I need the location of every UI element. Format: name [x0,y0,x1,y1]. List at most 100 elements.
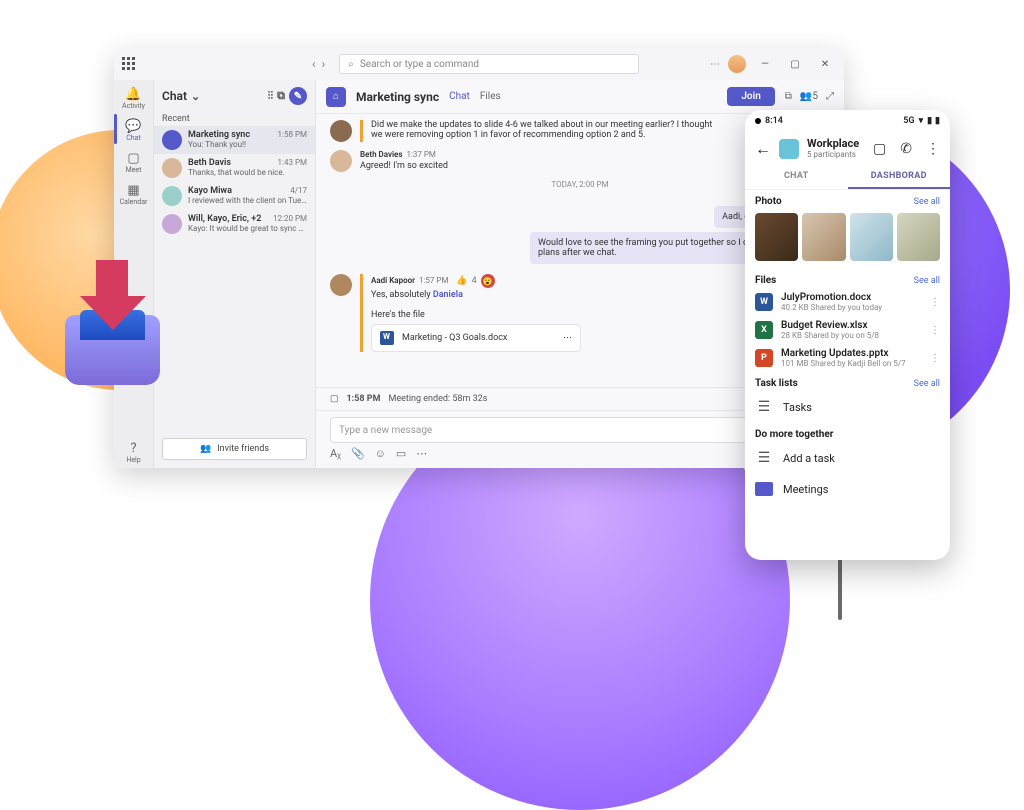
window-minimize-button[interactable]: — [754,53,776,75]
chat-list-pane: Chat ⌄ ⫶⫶ ⧉ ✎ Recent Marketing sync1:58 … [154,80,316,468]
user-avatar[interactable] [728,55,746,73]
tab-chat[interactable]: Chat [449,91,470,102]
avatar [330,150,352,172]
phone-header: ← Workplace 5 participants ▢ ✆ ⋮ [745,132,950,165]
reaction-badge-icon: 😮 [481,274,495,288]
search-icon: ⌕ [348,59,354,70]
file-row-docx[interactable]: W JulyPromotion.docx40.2 KB Shared by yo… [745,288,950,316]
nav-back-button[interactable]: ‹ [312,57,316,71]
phone-tab-chat[interactable]: CHAT [745,165,848,189]
photo-thumb[interactable] [897,213,940,261]
attach-icon[interactable]: 📎 [351,447,365,460]
photo-thumb[interactable] [802,213,845,261]
teams-desktop-window: ‹ › ⌕ Search or type a command ⋯ — ▢ ✕ 🔔… [114,48,844,468]
more-compose-icon[interactable]: ⋯ [416,447,427,460]
photo-thumb[interactable] [755,213,798,261]
help-icon: ? [130,442,136,455]
avatar [162,186,182,206]
file-row-xlsx[interactable]: X Budget Review.xlsx28 KB Shared by you … [745,316,950,344]
rail-meet[interactable]: ▢Meet [114,148,154,178]
chat-icon: 💬 [125,120,141,133]
tab-files[interactable]: Files [480,91,501,102]
photo-section-label: Photo [755,196,782,207]
file-row-pptx[interactable]: P Marketing Updates.pptx101 MB Shared by… [745,344,950,372]
message-reactions[interactable]: 👍4 😮 [456,274,494,288]
emoji-icon[interactable]: ☺ [375,447,386,460]
avatar [162,214,182,234]
rail-calendar[interactable]: ▦Calendar [114,180,154,210]
video-call-icon[interactable]: ▢ [873,141,886,157]
photo-thumb[interactable] [850,213,893,261]
participants-icon[interactable]: 👥5 [800,91,818,102]
chat-item-marketing-sync[interactable]: Marketing sync1:58 PM You: Thank you!! [154,126,315,154]
calendar-icon: ▦ [127,184,139,197]
phone-title: Workplace [807,138,865,150]
rail-help[interactable]: ?Help [114,438,154,468]
file-attachment-card[interactable]: Marketing - Q3 Goals.docx ⋯ [371,324,581,352]
filter-icon[interactable]: ⫶⫶ [268,89,274,103]
download-illustration [55,260,170,385]
app-launcher-icon[interactable] [122,57,136,71]
window-maximize-button[interactable]: ▢ [784,53,806,75]
list-icon: ☰ [755,399,773,415]
signal-icon: ▮ [927,116,932,126]
popout-icon[interactable]: ⧉ [277,89,285,103]
word-file-icon [380,331,394,345]
see-all-tasks[interactable]: See all [914,379,940,389]
chat-item-group[interactable]: Will, Kayo, Eric, +212:20 PM Kayo: It wo… [154,210,315,238]
group-avatar-icon [162,130,182,150]
new-chat-button[interactable]: ✎ [289,87,307,105]
see-all-photos[interactable]: See all [914,197,940,207]
see-all-files[interactable]: See all [914,276,940,286]
more-icon[interactable]: ⋯ [563,333,572,343]
invite-friends-button[interactable]: 👥 Invite friends [162,438,307,460]
avatar [162,158,182,178]
rail-activity[interactable]: 🔔Activity [114,84,154,114]
recent-label: Recent [154,112,315,126]
meetings-row[interactable]: Meetings [745,474,950,504]
gif-icon[interactable]: ▭ [396,447,406,460]
add-task-row[interactable]: ☰ Add a task [745,442,950,474]
do-more-label: Do more together [755,429,940,440]
person-add-icon: 👥 [200,444,211,454]
back-button[interactable]: ← [755,139,771,159]
rail-chat[interactable]: 💬Chat [114,116,154,146]
thumbs-up-icon: 👍 [456,276,467,286]
word-file-icon: W [755,293,773,311]
avatar [330,274,352,296]
chat-list-title: Chat [162,89,187,103]
video-icon: ▢ [330,394,339,404]
phone-call-icon[interactable]: ✆ [900,141,912,157]
more-icon[interactable]: ⋮ [930,297,940,308]
workspace-avatar-icon [779,139,799,159]
rail-selection-indicator [114,114,117,144]
mobile-dashboard-overlay: 8:14 5G ▾ ▮ ▮ ← Workplace 5 participants… [745,110,950,560]
video-icon[interactable]: ⧉ [785,91,792,102]
battery-icon: ▮ [935,116,940,126]
window-close-button[interactable]: ✕ [814,53,836,75]
files-section-label: Files [755,275,776,286]
more-icon[interactable]: ⋮ [930,353,940,364]
nav-forward-button[interactable]: › [322,57,326,71]
tasks-section-label: Task lists [755,378,798,389]
mention[interactable]: Daniela [433,290,463,300]
phone-status-bar: 8:14 5G ▾ ▮ ▮ [745,110,950,132]
avatar [330,120,352,142]
camera-dot-icon [755,118,761,124]
kebab-menu-icon[interactable]: ⋮ [926,141,940,157]
search-input[interactable]: ⌕ Search or type a command [339,54,639,74]
join-button[interactable]: Join [727,87,774,106]
tasks-row[interactable]: ☰ Tasks [745,391,950,423]
chat-item-beth[interactable]: Beth Davis1:43 PM Thanks, that would be … [154,154,315,182]
bell-icon: 🔔 [125,88,141,101]
more-icon[interactable]: ⋮ [930,325,940,336]
more-button[interactable]: ⋯ [710,59,720,70]
phone-tab-dashboard[interactable]: DASHBORAD [848,165,951,189]
list-icon: ☰ [755,450,773,466]
chat-item-kayo[interactable]: Kayo Miwa4/17 I reviewed with the client… [154,182,315,210]
popout-icon[interactable]: ⤢ [826,91,834,102]
chevron-down-icon[interactable]: ⌄ [191,90,200,103]
video-icon: ▢ [127,152,139,165]
format-icon[interactable]: Aᵪ [330,447,341,460]
conversation-title: Marketing sync [356,90,439,104]
